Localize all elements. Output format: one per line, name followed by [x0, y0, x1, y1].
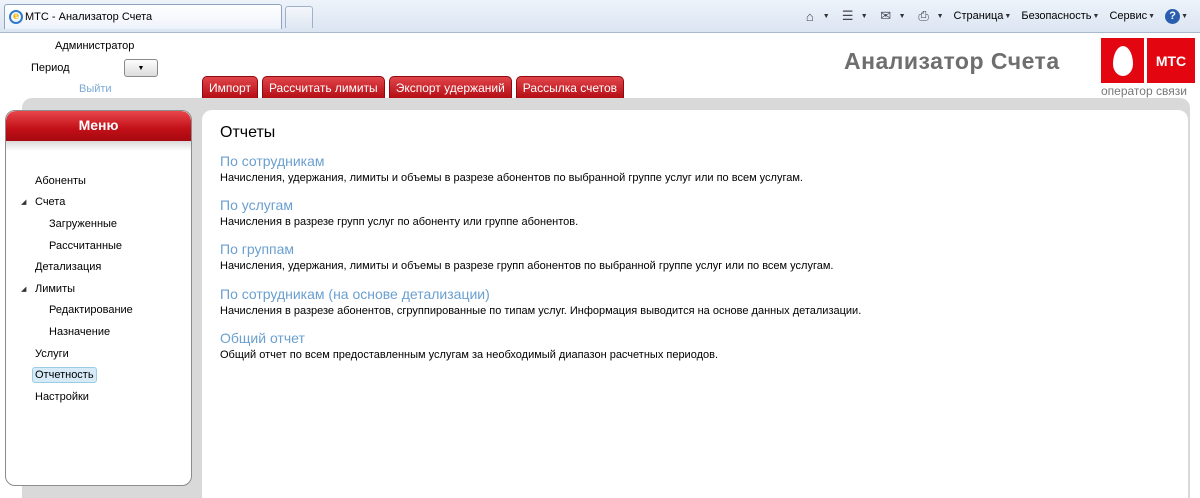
sidebar-item-label: Лимиты: [35, 282, 76, 295]
security-menu[interactable]: Безопасность ▼: [1021, 10, 1105, 22]
logo-text: МТС: [1147, 38, 1195, 83]
logout-link[interactable]: Выйти: [79, 83, 112, 95]
sidebar-item-label: Детализация: [35, 261, 102, 274]
report-link-by-employees[interactable]: По сотрудникам: [220, 153, 803, 169]
help-menu[interactable]: ? ▼: [1165, 8, 1194, 24]
home-icon[interactable]: ⌂: [802, 8, 818, 24]
help-icon: ?: [1165, 8, 1181, 24]
sidebar-item-loaded[interactable]: Загруженные: [6, 213, 191, 235]
browser-tab[interactable]: e МТС - Анализатор Счета: [4, 4, 282, 29]
security-menu-label: Безопасность: [1021, 10, 1092, 22]
browser-tab-title: МТС - Анализатор Счета: [25, 11, 153, 23]
sidebar-item-bills[interactable]: ◢ Счета: [6, 192, 191, 214]
send-bills-tab[interactable]: Рассылка счетов: [515, 76, 625, 98]
report-entry: По сотрудникам (на основе детализации) Н…: [220, 286, 861, 317]
home-dropdown-icon[interactable]: ▼: [823, 13, 830, 20]
sidebar-item-details[interactable]: Детализация: [6, 256, 191, 278]
report-description: Начисления, удержания, лимиты и объемы в…: [220, 260, 834, 272]
sidebar-item-editing[interactable]: Редактирование: [6, 300, 191, 322]
sidebar-item-label: Загруженные: [49, 217, 118, 230]
sidebar: Меню Абоненты ◢ Счета Загруженные Рассчи…: [5, 110, 192, 486]
report-description: Начисления в разрезе групп услуг по абон…: [220, 216, 579, 228]
sidebar-item-label: Счета: [35, 196, 66, 209]
app-title: Анализатор Счета: [844, 48, 1060, 74]
import-tab[interactable]: Импорт: [202, 76, 258, 98]
page-menu[interactable]: Страница ▼: [954, 10, 1018, 22]
sidebar-item-label: Услуги: [35, 347, 69, 360]
report-entry: По услугам Начисления в разрезе групп ус…: [220, 197, 578, 228]
print-dropdown-icon[interactable]: ▼: [937, 13, 944, 20]
report-description: Начисления, удержания, лимиты и объемы в…: [220, 172, 803, 184]
chevron-down-icon: ▼: [1092, 12, 1100, 20]
sidebar-item-label: Назначение: [49, 325, 111, 338]
page-menu-label: Страница: [953, 10, 1004, 22]
logo-tagline: оператор связи: [1101, 84, 1187, 98]
service-menu[interactable]: Сервис ▼: [1109, 10, 1161, 22]
expanded-triangle-icon[interactable]: ◢: [21, 198, 26, 206]
report-link-by-employees-details[interactable]: По сотрудникам (на основе детализации): [220, 286, 861, 302]
sidebar-title: Меню: [6, 111, 191, 141]
feeds-icon[interactable]: ☰: [840, 8, 856, 24]
sidebar-item-label: Настройки: [35, 390, 89, 403]
sidebar-item-label: Редактирование: [49, 304, 133, 317]
sidebar-item-services[interactable]: Услуги: [6, 343, 191, 365]
sidebar-item-settings[interactable]: Настройки: [6, 386, 191, 408]
ie-icon: e: [9, 10, 23, 24]
user-name: Администратор: [55, 40, 135, 52]
content-panel: Отчеты По сотрудникам Начисления, удержа…: [202, 110, 1188, 498]
sidebar-item-limits[interactable]: ◢ Лимиты: [6, 278, 191, 300]
report-entry: По группам Начисления, удержания, лимиты…: [220, 241, 833, 272]
sidebar-menu: Абоненты ◢ Счета Загруженные Рассчитанны…: [6, 170, 191, 408]
sidebar-item-label: Рассчитанные: [49, 239, 123, 252]
feeds-dropdown-icon[interactable]: ▼: [861, 13, 868, 20]
chevron-down-icon: ▼: [1181, 12, 1188, 20]
report-description: Начисления в разрезе абонентов, сгруппир…: [220, 305, 862, 317]
expanded-triangle-icon[interactable]: ◢: [21, 285, 26, 293]
sidebar-item-label: Отчетность: [32, 367, 97, 384]
chevron-down-icon: ▼: [1004, 12, 1012, 20]
report-link-by-services[interactable]: По услугам: [220, 197, 578, 213]
report-description: Общий отчет по всем предоставленным услу…: [220, 349, 719, 361]
sidebar-item-assignment[interactable]: Назначение: [6, 321, 191, 343]
period-select[interactable]: ▼: [124, 59, 158, 77]
mail-icon[interactable]: ✉: [878, 8, 894, 24]
sidebar-item-reporting[interactable]: Отчетность: [6, 364, 191, 386]
sidebar-item-calculated[interactable]: Рассчитанные: [6, 235, 191, 257]
service-menu-label: Сервис: [1109, 10, 1148, 22]
mail-dropdown-icon[interactable]: ▼: [899, 13, 906, 20]
calculate-limits-tab[interactable]: Рассчитать лимиты: [261, 76, 385, 98]
mts-logo: МТС: [1101, 38, 1195, 83]
sidebar-item-subscribers[interactable]: Абоненты: [6, 170, 191, 192]
sidebar-divider: [6, 141, 191, 151]
report-link-by-groups[interactable]: По группам: [220, 241, 833, 257]
action-tabs: Импорт Рассчитать лимиты Экспорт удержан…: [202, 76, 625, 98]
print-icon[interactable]: ⎙: [916, 8, 932, 24]
report-entry: По сотрудникам Начисления, удержания, ли…: [220, 153, 803, 184]
chevron-down-icon: ▼: [1148, 12, 1156, 20]
period-label: Период: [31, 62, 70, 74]
browser-toolbar: e МТС - Анализатор Счета ⌂ ▼ ☰ ▼ ✉ ▼ ⎙ ▼ Стр…: [0, 0, 1200, 33]
new-tab-button[interactable]: [285, 6, 313, 28]
report-link-general[interactable]: Общий отчет: [220, 330, 718, 346]
sidebar-item-label: Абоненты: [35, 174, 86, 187]
chevron-down-icon: ▼: [137, 64, 145, 72]
logo-egg-icon: [1101, 38, 1144, 83]
page-title: Отчеты: [220, 124, 276, 141]
command-bar: ⌂ ▼ ☰ ▼ ✉ ▼ ⎙ ▼ Страница ▼ Безопасность ▼ Серв…: [802, 6, 1194, 26]
export-deductions-tab[interactable]: Экспорт удержаний: [388, 76, 512, 98]
report-entry: Общий отчет Общий отчет по всем предоста…: [220, 330, 718, 361]
